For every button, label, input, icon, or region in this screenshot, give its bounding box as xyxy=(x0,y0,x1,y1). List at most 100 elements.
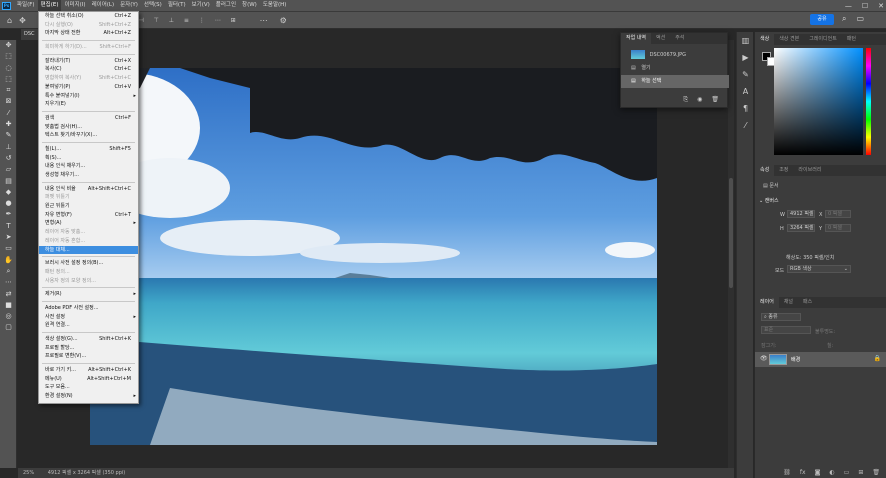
swap-colors-icon[interactable]: ⇄ xyxy=(0,289,17,300)
menu-item[interactable]: 편집(E) xyxy=(37,0,62,11)
hue-slider[interactable] xyxy=(866,48,871,155)
home-icon[interactable]: ⌂ xyxy=(7,16,12,25)
eyedropper-tool-icon[interactable]: ⁄ xyxy=(0,108,17,119)
menu-item[interactable]: 문자(Y) xyxy=(117,0,141,11)
eraser-tool-icon[interactable]: ▱ xyxy=(0,164,17,175)
zoom-tool-icon[interactable]: ⌕ xyxy=(0,266,17,277)
actions-panel-icon[interactable]: ▶ xyxy=(737,49,754,66)
edit-menu-item[interactable]: 원격 연결... xyxy=(39,321,138,330)
edit-menu-item[interactable]: 특수 붙여넣기(I) ▸ xyxy=(39,92,138,101)
menu-item[interactable]: 레이어(L) xyxy=(89,0,118,11)
edit-menu-item[interactable]: 내용 인식 비율 Alt+Shift+Ctrl+C xyxy=(39,185,138,194)
camera-icon[interactable]: ◉ xyxy=(697,96,702,104)
edit-menu-item[interactable]: 생성형 채우기... xyxy=(39,171,138,180)
edit-menu-item[interactable]: 퍼펫 뒤틀기 xyxy=(39,193,138,202)
edit-menu-item[interactable]: 레이어 자동 혼합... xyxy=(39,237,138,246)
move-tool-icon[interactable]: ✥ xyxy=(0,40,17,51)
history-state-select-sky[interactable]: ▤ 하늘 선택 xyxy=(621,75,729,88)
edit-menu-item[interactable]: Adobe PDF 사전 설정... xyxy=(39,304,138,313)
crop-tool-icon[interactable]: ⌗ xyxy=(0,85,17,96)
stamp-tool-icon[interactable]: ⊥ xyxy=(0,142,17,153)
zoom-level[interactable]: 25% xyxy=(23,470,34,476)
tab-history[interactable]: 작업 내역 xyxy=(621,33,651,44)
healing-tool-icon[interactable]: ✚ xyxy=(0,119,17,130)
fx-icon[interactable]: fx xyxy=(800,469,806,476)
gradient-tool-icon[interactable]: ▤ xyxy=(0,176,17,187)
height-field[interactable]: 3264 픽셀 xyxy=(787,224,815,232)
character-panel-icon[interactable]: A xyxy=(737,83,754,100)
edit-menu-item[interactable]: 하늘 대체... xyxy=(39,245,138,255)
edit-menu-item[interactable]: 레이어 자동 맞춤... xyxy=(39,228,138,237)
adjustment-icon[interactable]: ◐ xyxy=(829,469,834,476)
history-snapshot[interactable]: DSC00679.JPG xyxy=(621,49,729,62)
edit-menu-item[interactable]: 칠(L)... Shift+F5 xyxy=(39,145,138,154)
tab-adjustments[interactable]: 조정 xyxy=(774,165,793,176)
marquee-tool-icon[interactable]: ⬚ xyxy=(0,51,17,62)
eye-icon[interactable]: 👁 xyxy=(760,355,768,362)
edit-menu-item[interactable]: 획(S)... xyxy=(39,154,138,163)
shape-tool-icon[interactable]: ▭ xyxy=(0,243,17,254)
gear-icon[interactable]: ⚙ xyxy=(280,16,287,25)
edit-menu-item[interactable]: 메뉴(U) Alt+Shift+Ctrl+M xyxy=(39,375,138,384)
hand-tool-icon[interactable]: ✋ xyxy=(0,255,17,266)
edit-menu-item[interactable]: 붙여넣기(P) Ctrl+V xyxy=(39,83,138,92)
brush-tool-icon[interactable]: ✎ xyxy=(0,130,17,141)
blend-mode-select[interactable]: 표준 xyxy=(761,326,811,334)
edit-menu-item[interactable]: 복사(C) Ctrl+C xyxy=(39,65,138,74)
history-panel-icon[interactable]: ▥ xyxy=(737,32,754,49)
move-tool-icon[interactable]: ✥ xyxy=(19,16,26,25)
edit-menu-item[interactable]: 검색 Ctrl+F xyxy=(39,114,138,123)
menu-item[interactable]: 창(W) xyxy=(239,0,260,11)
x-field[interactable]: 0 픽셀 xyxy=(825,210,851,218)
edit-menu-item[interactable]: 사용자 정의 모양 정의... xyxy=(39,277,138,286)
edit-menu-item[interactable]: 변형(A) ▸ xyxy=(39,219,138,228)
screen-mode-icon[interactable]: ▢ xyxy=(0,322,17,333)
tab-gradients[interactable]: 그레이디언트 xyxy=(804,34,842,45)
y-field[interactable]: 0 픽셀 xyxy=(825,224,851,232)
history-state-open[interactable]: ▤ 열기 xyxy=(621,62,729,75)
edit-menu-item[interactable]: 사전 설정 ▸ xyxy=(39,313,138,322)
tab-color[interactable]: 색상 xyxy=(755,34,775,45)
folder-icon[interactable]: ▭ xyxy=(844,469,850,476)
menu-item[interactable]: 필터(T) xyxy=(165,0,189,11)
edit-menu-item[interactable]: 다시 실행(O) Shift+Ctrl+Z xyxy=(39,21,138,30)
edit-menu-item[interactable]: 제거(R) ▸ xyxy=(39,290,138,299)
blur-tool-icon[interactable]: ◆ xyxy=(0,187,17,198)
menu-item[interactable]: 파일(F) xyxy=(14,0,38,11)
menu-item[interactable]: 플러그인 xyxy=(213,0,239,11)
more-tools-icon[interactable]: ⋯ xyxy=(0,277,17,288)
glyphs-panel-icon[interactable]: ⁄ xyxy=(737,117,754,134)
trash-icon[interactable]: 🗑 xyxy=(711,96,719,104)
tab-notes[interactable]: 주석 xyxy=(670,33,689,44)
tab-swatches[interactable]: 색상 견본 xyxy=(774,34,804,45)
path-select-tool-icon[interactable]: ➤ xyxy=(0,232,17,243)
link-icon[interactable]: ⛓ xyxy=(783,469,791,476)
paragraph-panel-icon[interactable]: ¶ xyxy=(737,100,754,117)
color-picker-field[interactable] xyxy=(774,48,863,155)
width-field[interactable]: 4912 픽셀 xyxy=(787,210,815,218)
dodge-tool-icon[interactable]: ● xyxy=(0,198,17,209)
type-tool-icon[interactable]: T xyxy=(0,221,17,232)
tab-patterns[interactable]: 패턴 xyxy=(842,34,861,45)
edit-menu-item[interactable]: 브러시 사전 설정 정의(B)... xyxy=(39,259,138,268)
object-select-tool-icon[interactable]: ⬚ xyxy=(0,74,17,85)
edit-menu-item[interactable]: 지우기(E) xyxy=(39,100,138,109)
tab-actions[interactable]: 액션 xyxy=(651,33,670,44)
edit-menu-item[interactable]: 텍스트 찾기/바꾸기(X)... xyxy=(39,131,138,140)
menu-item[interactable]: 도움말(H) xyxy=(260,0,290,11)
tab-libraries[interactable]: 라이브러리 xyxy=(793,165,826,176)
new-layer-icon[interactable]: ⊞ xyxy=(858,469,863,476)
scrollbar-thumb[interactable] xyxy=(729,178,733,288)
more-icon[interactable]: ⋯ xyxy=(260,16,268,25)
align-icons[interactable]: ⊢ ⊣ ⊤ ⊥ ≡ ⋮ ⋯ ⊞ xyxy=(123,17,239,24)
edit-menu-item[interactable]: 내용 인식 채우기... xyxy=(39,162,138,171)
mask-icon[interactable]: ◙ xyxy=(815,469,821,476)
tab-properties[interactable]: 속성 xyxy=(755,165,775,176)
edit-menu-item[interactable]: 프로필 할당... xyxy=(39,344,138,353)
color-swatches-icon[interactable]: ■ xyxy=(0,300,17,311)
menu-item[interactable]: 보기(V) xyxy=(189,0,213,11)
edit-menu-item[interactable]: 바로 가기 키... Alt+Shift+Ctrl+K xyxy=(39,366,138,375)
edit-menu-item[interactable]: 자유 변형(F) Ctrl+T xyxy=(39,211,138,220)
edit-menu-item[interactable]: 색상 설정(G)... Shift+Ctrl+K xyxy=(39,335,138,344)
tab-channels[interactable]: 채널 xyxy=(779,297,798,308)
